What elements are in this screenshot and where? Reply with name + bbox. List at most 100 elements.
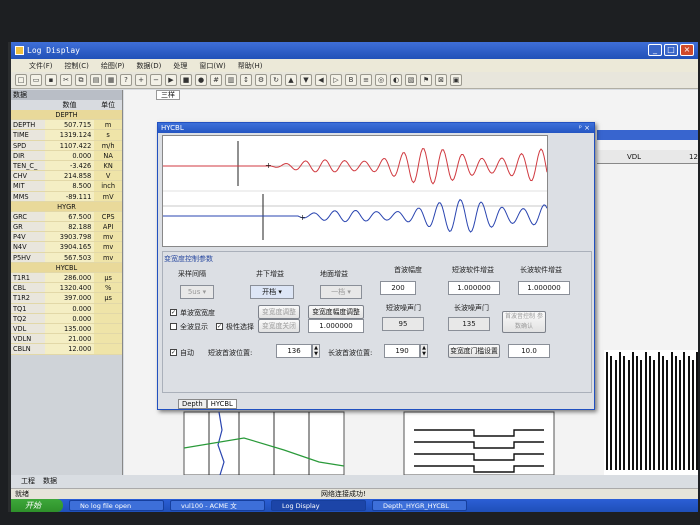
settings-icon[interactable]: ⚙ xyxy=(255,74,267,86)
data-cell-value: 12.000 xyxy=(44,344,95,354)
surface-gain-select[interactable]: 一档 ▾ xyxy=(320,285,362,299)
vdl-image xyxy=(606,352,698,475)
task-item-acme[interactable]: vul100 - ACME 文 xyxy=(170,500,265,511)
data-row[interactable]: MMS -89.111 mV xyxy=(11,191,122,202)
full-wave-checkbox[interactable] xyxy=(170,323,177,330)
data-cell-unit: API xyxy=(94,222,122,232)
menu-plot[interactable]: 绘图(P) xyxy=(101,61,125,71)
save-icon[interactable]: ▪ xyxy=(45,74,57,86)
short-first-pos-spinner[interactable]: ▲ ▼ xyxy=(312,344,320,358)
menu-window[interactable]: 窗口(W) xyxy=(199,61,225,71)
long-first-pos-field[interactable]: 190 xyxy=(384,344,420,358)
copy-icon[interactable]: ⧉ xyxy=(75,74,87,86)
circle-icon[interactable]: ◎ xyxy=(375,74,387,86)
layers-icon[interactable]: ▧ xyxy=(405,74,417,86)
zoom-in-icon[interactable]: + xyxy=(135,74,147,86)
group-title: 变宽度控制参数 xyxy=(164,255,213,263)
maximize-button[interactable]: □ xyxy=(664,44,678,56)
gain-value-field[interactable]: 1.000000 xyxy=(308,319,364,333)
help-icon[interactable]: ? xyxy=(120,74,132,86)
long-gate-field[interactable]: 135 xyxy=(448,317,490,331)
left-icon[interactable]: ◀ xyxy=(315,74,327,86)
data-row[interactable]: N4V 3904.165 mv xyxy=(11,242,122,253)
data-row[interactable]: SPD 1107.422 m/h xyxy=(11,140,122,151)
lock-icon[interactable]: ⊠ xyxy=(435,74,447,86)
data-row[interactable]: VDLN 21.000 xyxy=(11,334,122,345)
data-row[interactable]: TQ2 0.000 xyxy=(11,313,122,324)
minimize-button[interactable]: _ xyxy=(648,44,662,56)
window-icon[interactable]: ▣ xyxy=(450,74,462,86)
print-icon[interactable]: ▦ xyxy=(105,74,117,86)
first-wave-ctrl-button[interactable]: 首波音控制 参数确认 xyxy=(502,311,546,333)
start-button[interactable]: 开始 xyxy=(11,499,63,512)
up-icon[interactable]: ▲ xyxy=(285,74,297,86)
data-row[interactable]: TEN_C_ -3.426 KN xyxy=(11,160,122,172)
dialog-pin-icon[interactable]: ᵖ × xyxy=(579,123,590,133)
refresh-icon[interactable]: ↻ xyxy=(270,74,282,86)
last-value-field[interactable]: 10.0 xyxy=(508,344,550,358)
close-button[interactable]: × xyxy=(680,44,694,56)
single-width-checkbox[interactable]: ✓ xyxy=(170,309,177,316)
short-sw-gain-field[interactable]: 1.000000 xyxy=(448,281,500,295)
task-item-no-log[interactable]: No log file open xyxy=(69,500,164,511)
data-row[interactable]: VDL 135.000 xyxy=(11,323,122,335)
data-row[interactable]: DIR 0.000 NA xyxy=(11,150,122,161)
first-wave-amp-field[interactable]: 200 xyxy=(380,281,416,295)
stop-icon[interactable]: ■ xyxy=(180,74,192,86)
cut-icon[interactable]: ✂ xyxy=(60,74,72,86)
zoom-out-icon[interactable]: − xyxy=(150,74,162,86)
short-first-pos-field[interactable]: 136 xyxy=(276,344,312,358)
half-icon[interactable]: ◐ xyxy=(390,74,402,86)
scale-icon[interactable]: ↕ xyxy=(240,74,252,86)
data-row[interactable]: GRC 67.500 CPS xyxy=(11,211,122,223)
menu-bar: 文件(F) 控制(C) 绘图(P) 数据(D) 处理 窗口(W) 帮助(H) xyxy=(11,59,698,72)
bold-icon[interactable]: B xyxy=(345,74,357,86)
width-adjust-button[interactable]: 变宽度调整 xyxy=(258,305,300,319)
menu-help[interactable]: 帮助(H) xyxy=(238,61,263,71)
data-row[interactable]: P4V 3903.798 mv xyxy=(11,232,122,243)
downhole-gain-select[interactable]: 开档 ▾ xyxy=(250,285,294,299)
width-close-button[interactable]: 变宽度关闭 xyxy=(258,319,300,333)
down-icon[interactable]: ▼ xyxy=(300,74,312,86)
auto-checkbox[interactable]: ✓ xyxy=(170,349,177,356)
task-item-depth[interactable]: Depth_HYGR_HYCBL xyxy=(372,500,467,511)
data-row[interactable]: GR 82.188 API xyxy=(11,222,122,233)
open-icon[interactable]: ▭ xyxy=(30,74,42,86)
gate-set-button[interactable]: 变宽度门槛设置 xyxy=(448,344,500,358)
menu-process[interactable]: 处理 xyxy=(173,61,187,71)
paste-icon[interactable]: ▤ xyxy=(90,74,102,86)
short-gate-field[interactable]: 95 xyxy=(382,317,424,331)
tab-hycbl[interactable]: HYCBL xyxy=(206,399,237,409)
data-row[interactable]: T1R2 397.000 µs xyxy=(11,293,122,304)
chart-icon[interactable]: ▥ xyxy=(225,74,237,86)
tab-depth[interactable]: Depth xyxy=(178,399,207,409)
data-row[interactable]: T1R1 286.000 µs xyxy=(11,273,122,284)
sample-interval-select[interactable]: 5us ▾ xyxy=(180,285,214,299)
grid-icon[interactable]: # xyxy=(210,74,222,86)
menu-control[interactable]: 控制(C) xyxy=(65,61,89,71)
data-row[interactable]: CBL 1320.400% xyxy=(11,283,122,294)
data-row[interactable]: MIT 8.500 inch xyxy=(11,181,122,192)
data-row[interactable]: CBLN 12.000 xyxy=(11,344,122,355)
long-first-pos-spinner[interactable]: ▲ ▼ xyxy=(420,344,428,358)
polarity-checkbox[interactable]: ✓ xyxy=(216,323,223,330)
data-row[interactable]: P5HV 567.503 mv xyxy=(11,252,122,263)
menu-data[interactable]: 数据(D) xyxy=(137,61,162,71)
record-icon[interactable]: ● xyxy=(195,74,207,86)
data-row[interactable]: TQ1 0.000 xyxy=(11,303,122,314)
data-row[interactable]: CHV 214.858 V xyxy=(11,171,122,182)
data-row[interactable]: DEPTH 507.715 m xyxy=(11,120,122,131)
width-amp-adjust-button[interactable]: 变宽度幅度调整 xyxy=(308,305,364,319)
task-item-log-display[interactable]: Log Display xyxy=(271,500,366,511)
tab-project[interactable]: 工程 xyxy=(21,476,35,486)
flag-icon[interactable]: ⚑ xyxy=(420,74,432,86)
new-icon[interactable]: □ xyxy=(15,74,27,86)
play-icon[interactable]: ▶ xyxy=(165,74,177,86)
data-cell-name: TQ2 xyxy=(11,313,45,323)
right-icon[interactable]: ▷ xyxy=(330,74,342,86)
data-row[interactable]: TIME 1319.124 s xyxy=(11,130,122,141)
long-sw-gain-field[interactable]: 1.000000 xyxy=(518,281,570,295)
menu-file[interactable]: 文件(F) xyxy=(29,61,53,71)
list-icon[interactable]: ≡ xyxy=(360,74,372,86)
tab-data[interactable]: 数据 xyxy=(43,476,57,486)
